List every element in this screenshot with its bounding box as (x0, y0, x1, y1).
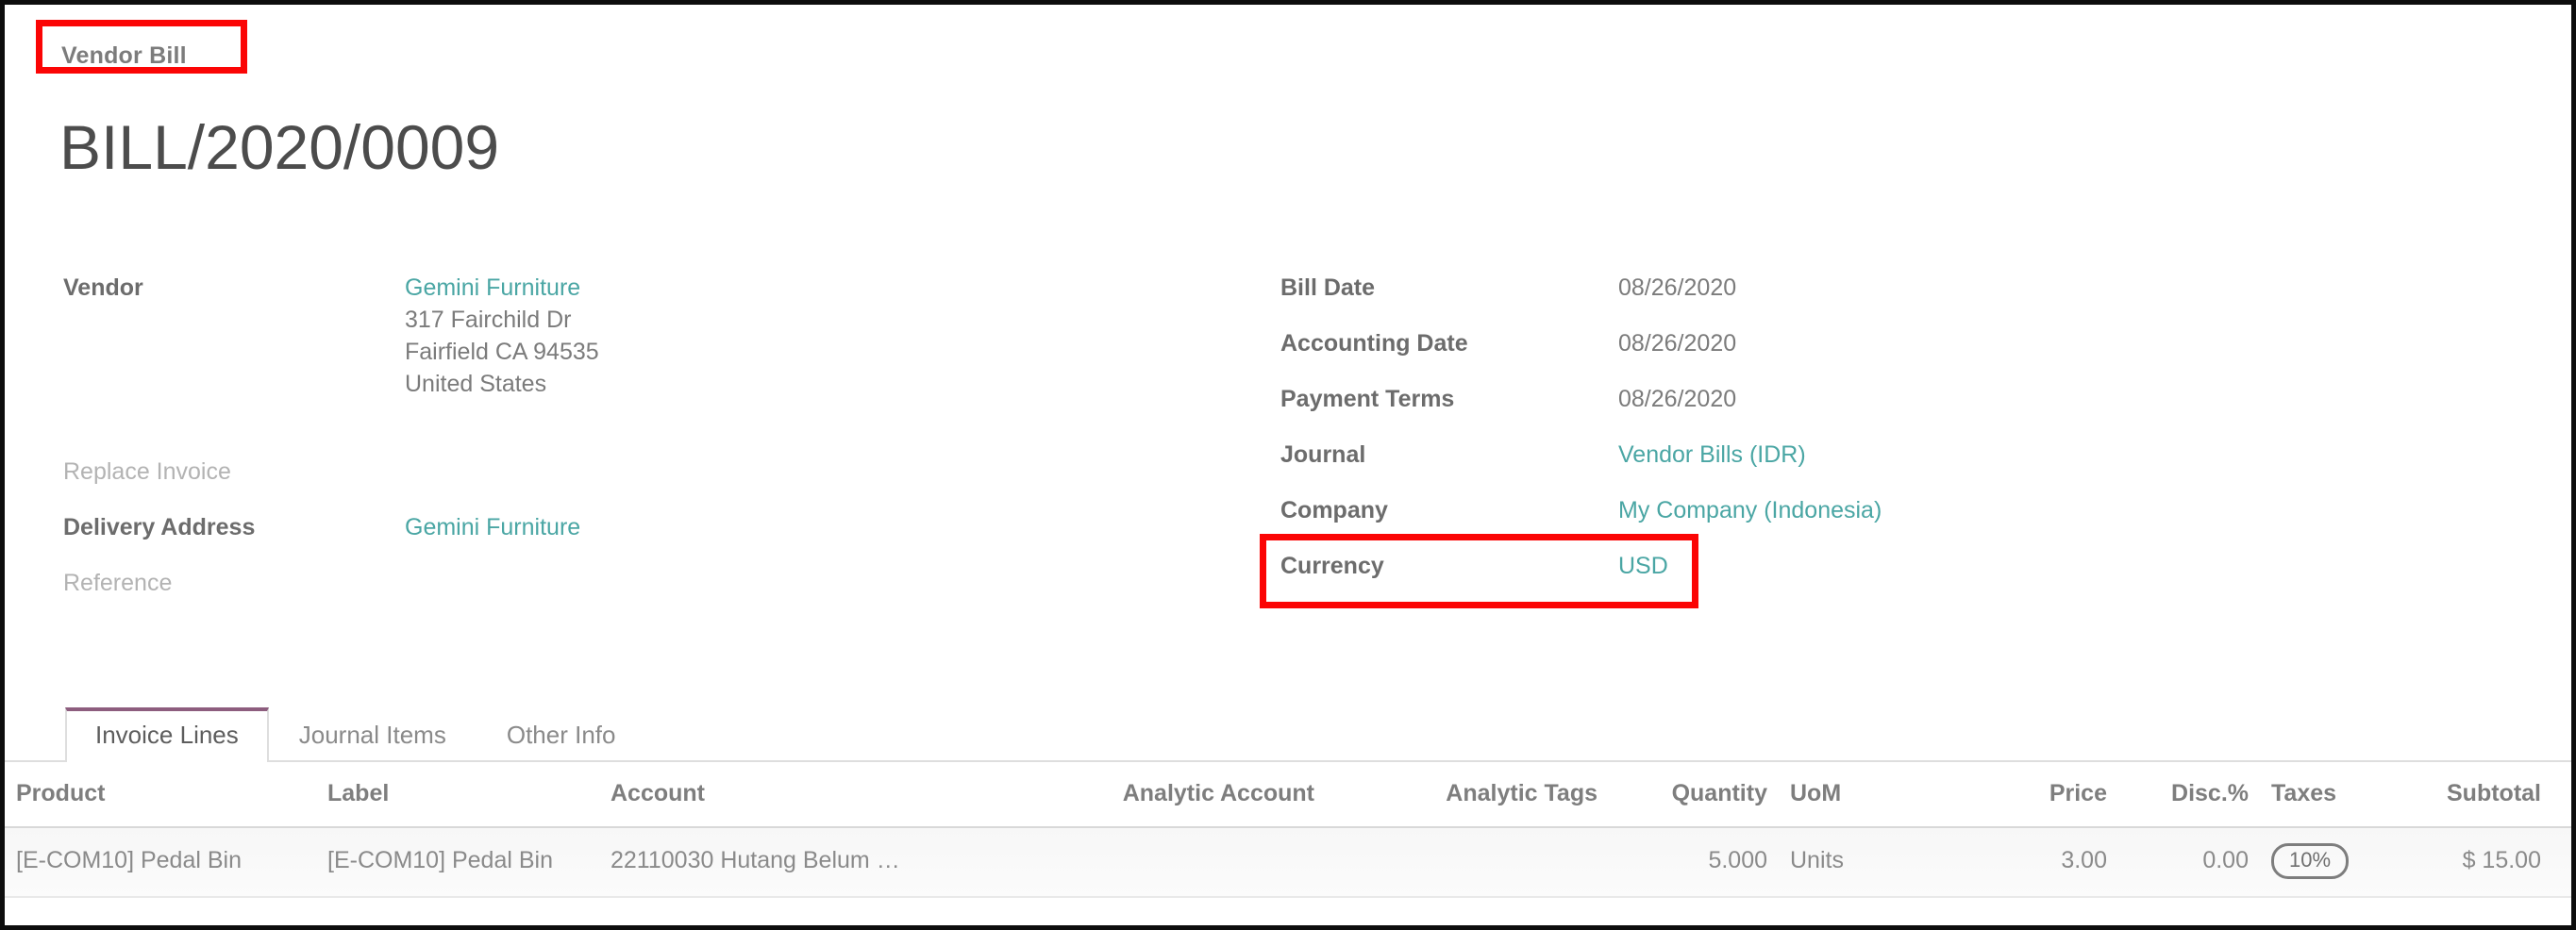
optional-columns-header (2552, 762, 2571, 828)
field-currency-value[interactable]: USD (1618, 550, 1668, 582)
col-subtotal[interactable]: Subtotal (2401, 762, 2552, 828)
field-reference-label: Reference (63, 570, 173, 597)
table-header-row: Product Label Account Analytic Account A… (5, 762, 2571, 828)
field-delivery-address[interactable]: Delivery Address Gemini Furniture (63, 511, 1177, 567)
cell-subtotal[interactable]: $ 15.00 (2401, 827, 2552, 898)
field-bill-date-label: Bill Date (1280, 274, 1376, 301)
field-vendor-value[interactable]: Gemini Furniture (405, 272, 599, 304)
breadcrumb[interactable]: Vendor Bill (61, 42, 187, 70)
col-uom[interactable]: UoM (1779, 762, 1930, 828)
cell-account[interactable]: 22110030 Hutang Belum … (599, 827, 977, 898)
vendor-address-line-1: 317 Fairchild Dr (405, 307, 572, 333)
field-vendor[interactable]: Vendor Gemini Furniture 317 Fairchild Dr… (63, 272, 1177, 400)
cell-analytic-tags[interactable] (1326, 827, 1609, 898)
cell-discount[interactable]: 0.00 (2118, 827, 2260, 898)
field-currency-label: Currency (1280, 553, 1384, 579)
form-group-left: Vendor Gemini Furniture 317 Fairchild Dr… (63, 272, 1177, 623)
field-vendor-label: Vendor (63, 274, 143, 301)
field-reference[interactable]: Reference (63, 567, 1177, 623)
field-replace-invoice-label: Replace Invoice (63, 458, 231, 486)
form-group-right: Bill Date 08/26/2020 Accounting Date 08/… (1280, 272, 2318, 606)
form-sheet: Vendor Bill BILL/2020/0009 Vendor Gemini… (5, 5, 2571, 925)
col-taxes[interactable]: Taxes (2260, 762, 2401, 828)
field-company[interactable]: Company My Company (Indonesia) (1280, 494, 2318, 550)
tab-journal-items[interactable]: Journal Items (269, 707, 477, 762)
col-price[interactable]: Price (1930, 762, 2118, 828)
col-discount[interactable]: Disc.% (2118, 762, 2260, 828)
field-payment-terms[interactable]: Payment Terms 08/26/2020 (1280, 383, 2318, 439)
field-replace-invoice[interactable]: Replace Invoice (63, 456, 1177, 511)
field-accounting-date-value[interactable]: 08/26/2020 (1618, 327, 1736, 359)
field-payment-terms-value[interactable]: 08/26/2020 (1618, 383, 1736, 415)
col-account[interactable]: Account (599, 762, 977, 828)
cell-analytic-account[interactable] (977, 827, 1326, 898)
field-accounting-date[interactable]: Accounting Date 08/26/2020 (1280, 327, 2318, 383)
tab-other-info[interactable]: Other Info (477, 707, 646, 762)
notebook: Invoice Lines Journal Items Other Info P… (5, 698, 2571, 898)
vendor-bill-screenshot: Vendor Bill BILL/2020/0009 Vendor Gemini… (0, 0, 2576, 930)
cell-label[interactable]: [E-COM10] Pedal Bin (316, 827, 599, 898)
field-currency[interactable]: Currency USD (1280, 550, 2318, 606)
field-journal-label: Journal (1280, 441, 1366, 468)
field-company-value[interactable]: My Company (Indonesia) (1618, 494, 1882, 526)
invoice-lines-table: Product Label Account Analytic Account A… (5, 762, 2571, 898)
tab-invoice-lines[interactable]: Invoice Lines (65, 707, 269, 762)
tab-strip: Invoice Lines Journal Items Other Info (5, 698, 2571, 762)
field-delivery-address-value[interactable]: Gemini Furniture (405, 511, 580, 543)
page-title: BILL/2020/0009 (59, 112, 500, 182)
col-label[interactable]: Label (316, 762, 599, 828)
tax-badge[interactable]: 10% (2271, 843, 2350, 879)
table-row[interactable]: [E-COM10] Pedal Bin [E-COM10] Pedal Bin … (5, 827, 2571, 898)
field-journal-value[interactable]: Vendor Bills (IDR) (1618, 439, 1806, 471)
cell-price[interactable]: 3.00 (1930, 827, 2118, 898)
field-bill-date[interactable]: Bill Date 08/26/2020 (1280, 272, 2318, 327)
field-accounting-date-label: Accounting Date (1280, 330, 1468, 357)
col-analytic-tags[interactable]: Analytic Tags (1326, 762, 1609, 828)
cell-row-actions (2552, 827, 2571, 898)
field-delivery-address-label: Delivery Address (63, 514, 256, 541)
field-vendor-value-block: Gemini Furniture 317 Fairchild Dr Fairfi… (405, 272, 599, 400)
col-analytic-account[interactable]: Analytic Account (977, 762, 1326, 828)
field-journal[interactable]: Journal Vendor Bills (IDR) (1280, 439, 2318, 494)
field-payment-terms-label: Payment Terms (1280, 386, 1455, 412)
col-quantity[interactable]: Quantity (1609, 762, 1779, 828)
vendor-address-line-3: United States (405, 371, 547, 398)
field-bill-date-value[interactable]: 08/26/2020 (1618, 272, 1736, 304)
left-spacer (63, 400, 1177, 456)
cell-uom[interactable]: Units (1779, 827, 1930, 898)
field-company-label: Company (1280, 497, 1388, 523)
vendor-address-line-2: Fairfield CA 94535 (405, 339, 599, 366)
cell-taxes[interactable]: 10% (2260, 827, 2401, 898)
cell-product[interactable]: [E-COM10] Pedal Bin (5, 827, 316, 898)
col-product[interactable]: Product (5, 762, 316, 828)
cell-quantity[interactable]: 5.000 (1609, 827, 1779, 898)
